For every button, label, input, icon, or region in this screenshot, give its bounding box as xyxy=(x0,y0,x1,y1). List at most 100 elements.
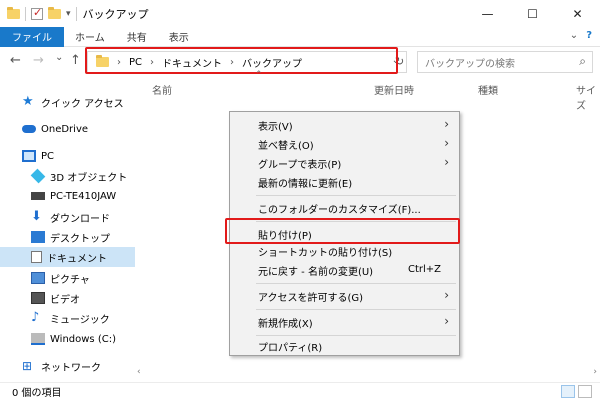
sidebar-item-pc[interactable]: PC xyxy=(0,146,135,166)
sidebar-item-pc-te410jaw[interactable]: PC-TE410JAW xyxy=(0,186,135,206)
menu-item-label: プロパティ(R) xyxy=(258,342,323,354)
details-view-button[interactable] xyxy=(561,385,575,398)
menu-item-refresh[interactable]: 最新の情報に更新(E) xyxy=(230,172,459,192)
menu-item-paste-shortcut[interactable]: ショートカットの貼り付け(S) xyxy=(230,241,459,261)
sidebar-item-onedrive[interactable]: OneDrive xyxy=(0,119,135,139)
menu-item-label: グループで表示(P) xyxy=(258,159,342,171)
sidebar-item-pictures[interactable]: ピクチャ xyxy=(0,268,135,288)
chevron-right-icon: › xyxy=(444,136,449,150)
scroll-left-icon[interactable]: ‹ xyxy=(137,367,141,377)
document-icon xyxy=(31,251,42,263)
music-icon: ♪ xyxy=(31,310,40,325)
ribbon-tabs: ファイル ホーム 共有 表示 ⌄ ? xyxy=(0,26,600,47)
sidebar-item-quick-access[interactable]: ★ クイック アクセス xyxy=(0,92,135,112)
sidebar-item-label: PC xyxy=(41,150,55,162)
back-button[interactable]: ← xyxy=(10,53,21,68)
toolbar-divider xyxy=(25,6,26,21)
cloud-icon xyxy=(22,125,36,133)
large-icons-view-button[interactable] xyxy=(578,385,592,398)
sidebar-item-label: PC-TE410JAW xyxy=(50,190,117,202)
minimize-button[interactable]: — xyxy=(465,0,510,27)
video-icon xyxy=(31,292,45,304)
sidebar-item-label: ダウンロード xyxy=(50,213,110,225)
sidebar-item-videos[interactable]: ビデオ xyxy=(0,288,135,308)
sidebar-item-label: ビデオ xyxy=(50,294,80,306)
pc-icon xyxy=(22,150,36,162)
sidebar-item-label: ミュージック xyxy=(50,314,110,326)
menu-item-label: アクセスを許可する(G) xyxy=(258,292,364,304)
sidebar-item-windows-c[interactable]: Windows (C:) xyxy=(0,329,135,349)
sidebar-item-downloads[interactable]: ⬇ ダウンロード xyxy=(0,207,135,227)
new-folder-icon[interactable] xyxy=(48,6,61,19)
properties-icon[interactable] xyxy=(31,6,43,20)
sidebar-item-label: デスクトップ xyxy=(50,233,110,245)
column-headers: 名前 更新日時 種類 サイズ xyxy=(152,80,600,112)
sidebar-item-desktop[interactable]: デスクトップ xyxy=(0,227,135,247)
menu-item-undo-rename[interactable]: 元に戻す - 名前の変更(U) Ctrl+Z xyxy=(230,260,459,280)
menu-item-group-by[interactable]: グループで表示(P) › xyxy=(230,153,459,173)
item-count: 0 個の項目 xyxy=(12,388,62,399)
tab-home[interactable]: ホーム xyxy=(64,27,116,47)
star-icon: ★ xyxy=(22,94,34,109)
sidebar-item-label: OneDrive xyxy=(41,123,89,135)
tab-file[interactable]: ファイル xyxy=(0,26,64,47)
folder-icon xyxy=(7,6,20,19)
chevron-down-icon[interactable]: ⌄ xyxy=(570,30,578,41)
close-button[interactable]: ✕ xyxy=(555,0,600,27)
download-icon: ⬇ xyxy=(31,209,42,224)
toolbar-divider xyxy=(75,6,77,21)
chevron-right-icon: › xyxy=(444,288,449,302)
tab-share[interactable]: 共有 xyxy=(116,27,158,47)
quick-access-toolbar: ▾ xyxy=(0,6,77,21)
search-placeholder: バックアップの検索 xyxy=(425,58,515,70)
menu-item-sort[interactable]: 並べ替え(O) › xyxy=(230,134,459,154)
menu-item-label: このフォルダーのカスタマイズ(F)... xyxy=(258,204,421,216)
navigation-pane: ★ クイック アクセス OneDrive PC 3D オブジェクト PC-TE4… xyxy=(0,77,135,377)
forward-button[interactable]: → xyxy=(33,53,44,68)
horizontal-scrollbar[interactable]: ‹ › xyxy=(135,366,600,380)
customize-toolbar-icon[interactable]: ▾ xyxy=(66,9,71,19)
search-input[interactable]: バックアップの検索 ⌕ xyxy=(417,51,593,73)
sidebar-item-label: ネットワーク xyxy=(41,362,101,374)
sidebar-item-3d-objects[interactable]: 3D オブジェクト xyxy=(0,166,135,186)
sidebar-item-music[interactable]: ♪ ミュージック xyxy=(0,308,135,328)
menu-item-give-access[interactable]: アクセスを許可する(G) › xyxy=(230,286,459,306)
menu-item-label: 最新の情報に更新(E) xyxy=(258,178,353,190)
column-header-name[interactable]: 名前 xyxy=(152,82,172,97)
menu-item-new[interactable]: 新規作成(X) › xyxy=(230,312,459,332)
cube-icon xyxy=(30,168,46,184)
sidebar-item-network[interactable]: ⊞ ネットワーク xyxy=(0,356,135,376)
chevron-right-icon: › xyxy=(444,117,449,131)
menu-item-shortcut: Ctrl+Z xyxy=(407,264,441,275)
menu-divider xyxy=(256,283,456,284)
chevron-right-icon: › xyxy=(444,155,449,169)
column-header-modified[interactable]: 更新日時 xyxy=(374,82,414,97)
menu-item-properties[interactable]: プロパティ(R) xyxy=(230,336,459,356)
search-icon[interactable]: ⌕ xyxy=(579,54,586,69)
sidebar-item-documents[interactable]: ドキュメント xyxy=(0,247,135,267)
menu-item-customize-folder[interactable]: このフォルダーのカスタマイズ(F)... xyxy=(230,198,459,218)
maximize-button[interactable]: ☐ xyxy=(510,0,555,27)
menu-item-label: ショートカットの貼り付け(S) xyxy=(258,247,393,259)
status-bar: 0 個の項目 xyxy=(0,382,600,400)
menu-divider xyxy=(256,195,456,196)
tab-view[interactable]: 表示 xyxy=(158,27,200,47)
recent-locations-button[interactable]: ⌄ xyxy=(55,52,63,63)
sidebar-item-label: ピクチャ xyxy=(50,274,90,286)
chevron-right-icon: › xyxy=(444,314,449,328)
sidebar-item-label: Windows (C:) xyxy=(50,333,116,345)
scroll-right-icon[interactable]: › xyxy=(593,367,597,377)
paste-highlight-frame xyxy=(225,218,460,244)
network-icon: ⊞ xyxy=(22,359,33,373)
menu-item-view[interactable]: 表示(V) › xyxy=(230,115,459,135)
column-header-type[interactable]: 種類 xyxy=(478,82,498,97)
address-highlight-frame xyxy=(85,47,398,74)
windows-drive-icon xyxy=(31,333,45,345)
help-icon[interactable]: ? xyxy=(586,30,592,41)
desktop-icon xyxy=(31,231,45,243)
up-button[interactable]: ↑ xyxy=(70,53,81,68)
menu-item-label: 元に戻す - 名前の変更(U) xyxy=(258,266,374,278)
sidebar-item-label: クイック アクセス xyxy=(41,98,124,110)
column-collapse-icon[interactable]: ⌃ xyxy=(255,70,263,80)
column-header-size[interactable]: サイズ xyxy=(576,82,600,112)
